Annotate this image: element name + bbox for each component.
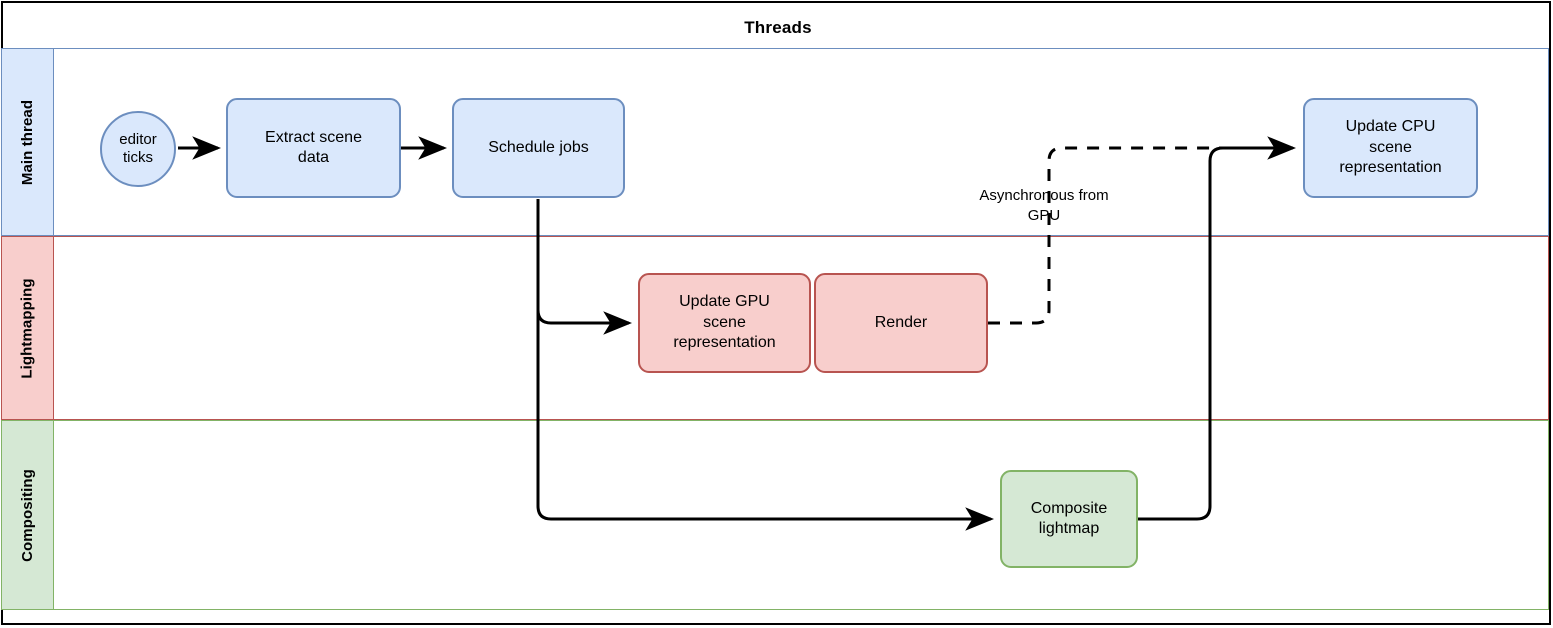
swimlane-label-compositing: Compositing (19, 468, 37, 562)
node-label-editor-ticks: editor ticks (119, 131, 157, 166)
node-label-extract-scene-data: Extract scene data (265, 128, 362, 166)
diagram-canvas: Threads Main thread Lightmapping Composi… (0, 0, 1553, 628)
node-label-update-gpu-scene-representation: Update GPU scene representation (673, 293, 776, 352)
swimlane-header-compositing: Compositing (2, 421, 54, 609)
node-label-update-cpu-scene-representation: Update CPU scene representation (1339, 118, 1442, 177)
node-extract-scene-data[interactable]: Extract scene data (226, 98, 401, 198)
edge-label-asynchronous-from-gpu: Asynchronous from GPU (979, 187, 1109, 225)
swimlane-header-lightmapping: Lightmapping (2, 237, 54, 419)
swimlane-header-main-thread: Main thread (2, 49, 54, 235)
node-label-render: Render (874, 313, 928, 331)
pool-title: Threads (744, 17, 812, 37)
swimlane-compositing: Compositing (1, 420, 1549, 610)
node-label-composite-lightmap: Composite lightmap (1030, 499, 1108, 537)
node-update-gpu-scene-representation[interactable]: Update GPU scene representation (638, 273, 811, 373)
swimlane-label-main-thread: Main thread (19, 99, 36, 185)
node-label-schedule-jobs: Schedule jobs (488, 138, 589, 156)
node-update-cpu-scene-representation[interactable]: Update CPU scene representation (1303, 98, 1478, 198)
node-editor-ticks[interactable]: editor ticks (100, 111, 176, 187)
node-schedule-jobs[interactable]: Schedule jobs (452, 98, 625, 198)
node-render[interactable]: Render (814, 273, 988, 373)
node-composite-lightmap[interactable]: Composite lightmap (1000, 470, 1138, 568)
swimlane-label-lightmapping: Lightmapping (19, 277, 37, 379)
